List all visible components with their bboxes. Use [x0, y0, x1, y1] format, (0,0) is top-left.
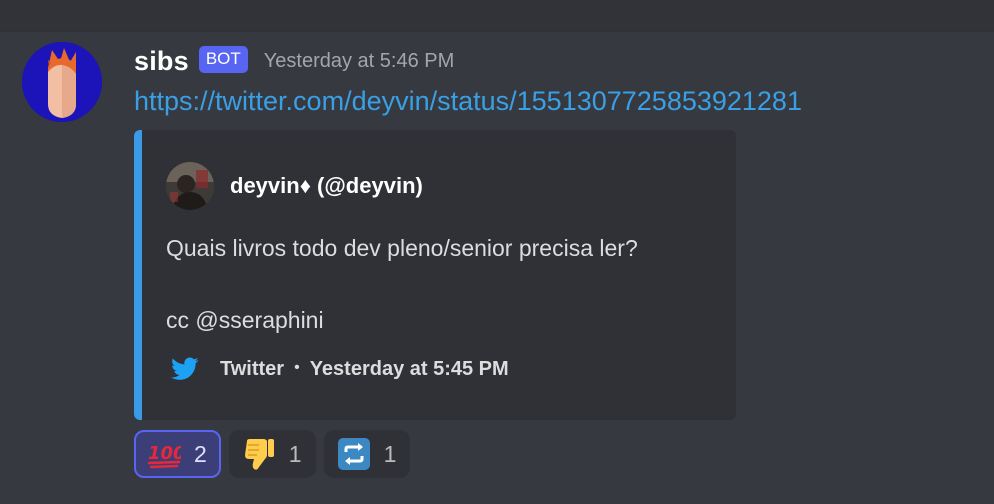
username[interactable]: sibs — [134, 46, 189, 77]
reaction-count: 2 — [194, 440, 207, 467]
embed-description: Quais livros todo dev pleno/senior preci… — [166, 230, 706, 338]
embed-accent-bar — [134, 130, 142, 420]
thumbs-down-icon — [241, 436, 277, 472]
footer-separator: • — [294, 359, 300, 376]
embed-author: deyvin♦ (@deyvin) — [166, 162, 423, 210]
repeat-button-icon — [336, 436, 372, 472]
link-embed: deyvin♦ (@deyvin) Quais livros todo dev … — [134, 130, 736, 420]
embed-footer-timestamp: Yesterday at 5:45 PM — [309, 357, 509, 380]
tweet-link[interactable]: https://twitter.com/deyvin/status/155130… — [134, 86, 802, 117]
user-avatar[interactable] — [22, 42, 102, 122]
bot-tag: BOT — [198, 45, 248, 73]
top-strip — [0, 0, 994, 32]
embed-footer: Twitter • Yesterday at 5:45 PM — [170, 354, 509, 384]
twitter-bird-icon — [170, 354, 200, 384]
reaction-hundred[interactable]: 100 2 — [134, 430, 221, 478]
chat-message: sibs BOT Yesterday at 5:46 PM https://tw… — [0, 32, 994, 504]
hundred-points-icon: 100 — [146, 436, 182, 472]
message-header: sibs BOT Yesterday at 5:46 PM — [134, 44, 454, 78]
reaction-bar: 100 2 1 — [134, 430, 411, 478]
embed-description-line: cc @sseraphini — [166, 307, 324, 333]
reaction-thumbs-down[interactable]: 1 — [228, 430, 316, 478]
author-photo-icon — [166, 162, 214, 210]
embed-author-avatar — [166, 162, 214, 210]
embed-author-name[interactable]: deyvin♦ (@deyvin) — [230, 173, 423, 199]
reaction-repeat[interactable]: 1 — [323, 430, 411, 478]
embed-description-line: Quais livros todo dev pleno/senior preci… — [166, 235, 638, 261]
reaction-count: 1 — [288, 440, 302, 467]
message-timestamp[interactable]: Yesterday at 5:46 PM — [264, 50, 455, 73]
embed-footer-source: Twitter — [220, 357, 285, 380]
reaction-count: 1 — [383, 440, 397, 467]
fox-avatar-icon — [22, 42, 102, 122]
